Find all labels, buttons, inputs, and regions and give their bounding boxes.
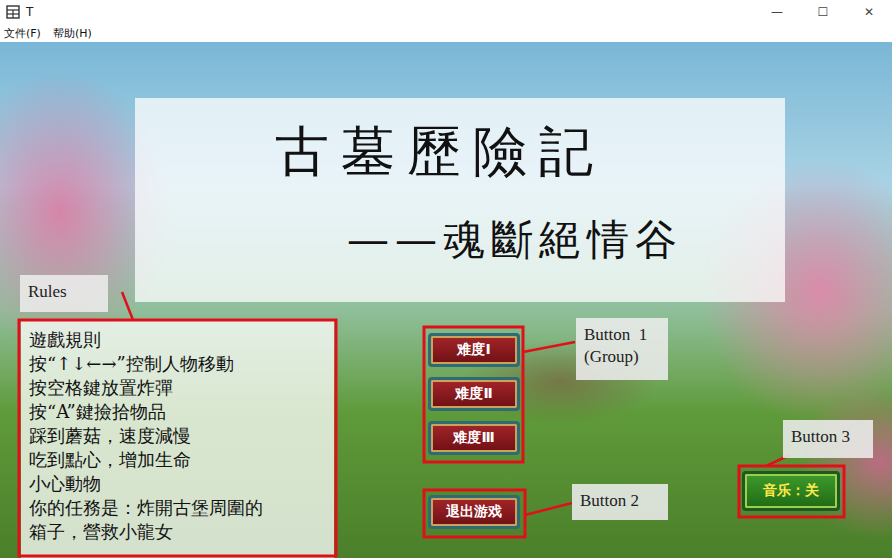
rules-heading: 遊戲規則 (29, 328, 326, 352)
music-button[interactable]: 音乐：关 (742, 471, 840, 511)
annotation-label: Button 3 (783, 420, 873, 458)
rules-line: 按“↑↓←→”控制人物移動 (29, 352, 326, 376)
title-panel: 古墓歷險記——魂斷絕情谷 (135, 98, 785, 302)
game-title: 古墓歷險記 (135, 98, 785, 185)
app-window: T—☐✕文件(F)帮助(H)古墓歷險記——魂斷絕情谷遊戲規則按“↑↓←→”控制人… (0, 0, 892, 558)
annotation-box (739, 466, 844, 517)
window-controls: —☐✕ (754, 5, 892, 19)
rules-line: 小心動物 (29, 472, 326, 496)
game-subtitle: ——魂斷絕情谷 (135, 185, 785, 265)
annotation-box (424, 327, 523, 462)
annotation-label: Rules (20, 275, 108, 312)
annotation-pointer (122, 292, 133, 320)
annotation-label: Button 1(Group) (576, 318, 668, 380)
annotation-pointer (523, 342, 575, 352)
rules-line: 吃到點心，增加生命 (29, 448, 326, 472)
rules-line: 箱子，營救小龍女 (29, 520, 326, 544)
rules-line: 按“A”鍵撿拾物品 (29, 400, 326, 424)
annotation-box (19, 320, 336, 556)
difficulty-button[interactable]: 难度Ⅲ (428, 421, 520, 455)
exit-button[interactable]: 退出游戏 (428, 495, 520, 529)
difficulty-button[interactable]: 难度Ⅱ (428, 377, 520, 411)
window-control-button[interactable]: — (754, 5, 800, 19)
rules-line: 踩到蘑菇，速度減慢 (29, 424, 326, 448)
game-scene: 古墓歷險記——魂斷絕情谷遊戲規則按“↑↓←→”控制人物移動按空格鍵放置炸彈按“A… (0, 42, 892, 558)
menu-bar: 文件(F) 帮助(H) (0, 24, 892, 42)
menu-item[interactable]: 帮助(H) (53, 26, 92, 41)
title-bar: T —☐✕ (0, 0, 892, 24)
annotation-label: Button 2 (572, 484, 668, 520)
app-icon (6, 5, 20, 19)
annotation-overlay (0, 0, 892, 558)
menu-item[interactable]: 文件(F) (4, 26, 41, 41)
lower-area: 遊戲規則按“↑↓←→”控制人物移動按空格鍵放置炸彈按“A”鍵撿拾物品踩到蘑菇，速… (0, 320, 892, 558)
annotation-pointer (525, 503, 572, 515)
window-control-button[interactable]: ☐ (800, 5, 846, 19)
rules-line: 你的任務是：炸開古堡周圍的 (29, 496, 326, 520)
window-title: T (26, 5, 33, 19)
difficulty-button[interactable]: 难度Ⅰ (428, 333, 520, 367)
window-control-button[interactable]: ✕ (846, 5, 892, 19)
rules-line: 按空格鍵放置炸彈 (29, 376, 326, 400)
annotation-box (424, 490, 525, 537)
button-column: 难度Ⅰ 难度Ⅱ 难度Ⅲ 退出游戏 (428, 320, 520, 558)
rules-panel: 遊戲規則按“↑↓←→”控制人物移動按空格鍵放置炸彈按“A”鍵撿拾物品踩到蘑菇，速… (21, 320, 334, 558)
